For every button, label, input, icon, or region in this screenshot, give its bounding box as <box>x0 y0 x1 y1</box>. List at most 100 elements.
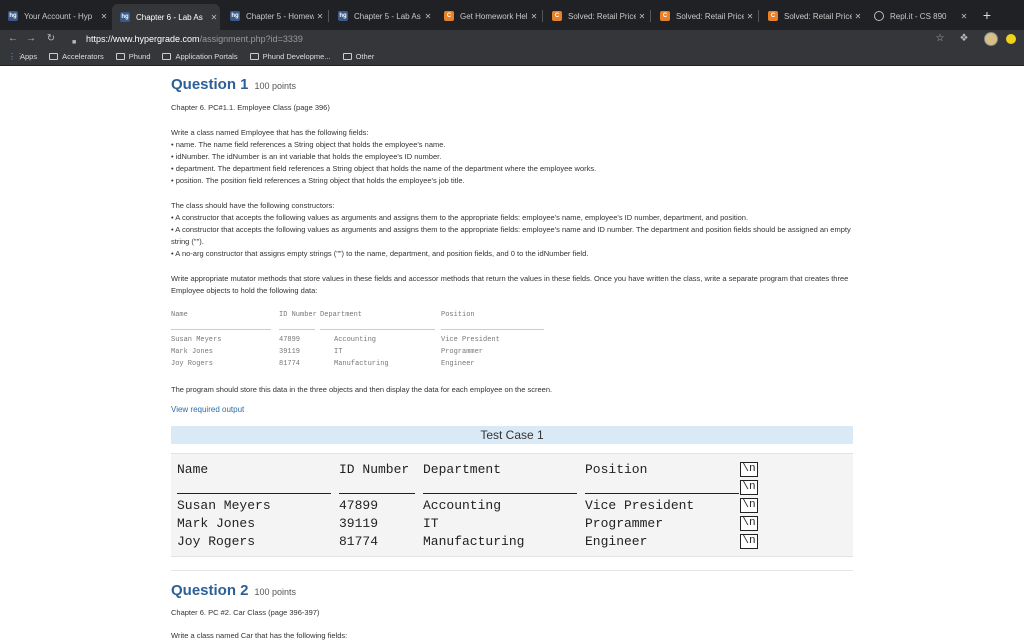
constructor-item: • A constructor that accepts the followi… <box>171 225 851 246</box>
column-header: Position <box>441 311 475 319</box>
bookmark-label: Accelerators <box>62 52 104 61</box>
browser-tab[interactable]: C Solved: Retail Price ✕ <box>544 5 648 27</box>
output-rule <box>585 493 739 494</box>
hypergrade-favicon-icon: hg <box>120 12 130 22</box>
close-tab-icon[interactable]: ✕ <box>98 12 110 21</box>
close-tab-icon[interactable]: ✕ <box>314 12 326 21</box>
view-required-output-link[interactable]: View required output <box>171 405 244 414</box>
constructors-description: The class should have the following cons… <box>171 200 851 260</box>
new-tab-button[interactable]: + <box>980 7 994 23</box>
tab-title: Chapter 5 - Lab As <box>354 11 421 21</box>
close-tab-icon[interactable]: ✕ <box>422 12 434 21</box>
bookmark-apps[interactable]: ⋮⋮ Apps <box>8 52 37 61</box>
bookmark-label: Application Portals <box>175 52 238 61</box>
profile-avatar[interactable] <box>984 32 998 46</box>
tab-separator <box>650 10 651 22</box>
tab-title: Get Homework Help <box>460 11 528 21</box>
test-case-title[interactable]: Test Case 1 <box>171 426 853 444</box>
output-cell: 81774 <box>339 534 379 549</box>
table-cell: Programmer <box>441 348 484 356</box>
hypergrade-favicon-icon: hg <box>230 11 240 21</box>
close-tab-icon[interactable]: ✕ <box>528 12 540 21</box>
extension-dot-icon[interactable] <box>1006 34 1016 44</box>
close-tab-icon[interactable]: ✕ <box>208 13 220 22</box>
field-item: • idNumber. The idNumber is an int varia… <box>171 152 442 161</box>
browser-tab[interactable]: C Get Homework Help ✕ <box>436 5 540 27</box>
back-arrow-icon[interactable]: ← <box>6 32 20 46</box>
browser-tab[interactable]: C Solved: Retail Price ✕ <box>652 5 756 27</box>
header-rule <box>320 329 435 330</box>
column-header: ID Number <box>279 311 317 319</box>
output-rule <box>339 493 415 494</box>
bookmark-folder[interactable]: Application Portals <box>162 52 238 61</box>
page-content: Question 1 100 points Chapter 6. PC#1.1.… <box>0 66 1024 640</box>
table-cell: IT <box>334 348 343 356</box>
mutator-description: Write appropriate mutator methods that s… <box>171 274 849 295</box>
tab-title: Chapter 6 - Lab As <box>136 12 203 22</box>
output-rule <box>177 493 331 494</box>
constructor-item: • A constructor that accepts the followi… <box>171 213 749 222</box>
output-cell: Joy Rogers <box>177 534 256 549</box>
tab-title: Repl.it - CS 890 <box>890 11 947 21</box>
table-cell: 47899 <box>279 336 301 344</box>
column-header: Department <box>320 311 363 319</box>
output-cell: Engineer <box>585 534 648 549</box>
output-cell: Accounting <box>423 498 502 513</box>
folder-icon <box>249 53 259 60</box>
browser-tab[interactable]: hg Chapter 5 - Homew ✕ <box>222 5 326 27</box>
header-rule <box>171 329 271 330</box>
bookmarks-bar: ⋮⋮ Apps Accelerators Phund Application P… <box>0 48 1024 66</box>
question-title: Question 2 <box>171 582 249 599</box>
bookmark-label: Phund <box>128 52 151 61</box>
newline-marker: \n <box>740 462 758 477</box>
bookmark-label: Apps <box>20 52 38 61</box>
header-rule <box>279 329 315 330</box>
tab-title: Your Account - Hyp <box>24 11 93 21</box>
close-tab-icon[interactable]: ✕ <box>744 12 756 21</box>
reload-icon[interactable]: ↻ <box>44 32 58 46</box>
url-host: https://www.hypergrade.com <box>86 34 200 44</box>
table-cell: 81774 <box>279 360 301 368</box>
column-header: Name <box>171 311 188 319</box>
question-subtitle: Chapter 6. PC#1.1. Employee Class (page … <box>171 103 330 112</box>
bookmark-folder[interactable]: Phund Developme... <box>249 52 331 61</box>
extension-icon[interactable]: ❖ <box>958 33 970 45</box>
browser-tab[interactable]: C Solved: Retail Price ✕ <box>760 5 864 27</box>
field-item: • position. The position field reference… <box>171 176 465 185</box>
tab-title: Chapter 5 - Homew <box>246 11 314 21</box>
output-cell: Manufacturing <box>423 534 525 549</box>
browser-tab[interactable]: hg Your Account - Hyp ✕ <box>0 5 110 27</box>
output-cell: Mark Jones <box>177 516 256 531</box>
bookmark-folder[interactable]: Phund <box>115 52 151 61</box>
tab-separator <box>758 10 759 22</box>
bookmark-star-icon[interactable]: ☆ <box>934 33 946 45</box>
hypergrade-favicon-icon: hg <box>338 11 348 21</box>
chegg-favicon-icon: C <box>444 11 454 21</box>
close-tab-icon[interactable]: ✕ <box>958 12 970 21</box>
forward-arrow-icon[interactable]: → <box>24 32 38 46</box>
output-header: Name <box>177 462 209 477</box>
bookmark-folder[interactable]: Accelerators <box>49 52 104 61</box>
output-cell: Programmer <box>585 516 664 531</box>
tab-separator <box>328 10 329 22</box>
bookmark-folder[interactable]: Other <box>342 52 374 61</box>
address-bar[interactable]: ■ https://www.hypergrade.com/assignment.… <box>72 31 932 47</box>
output-cell: 47899 <box>339 498 379 513</box>
replit-favicon-icon <box>874 11 884 21</box>
output-cell: Susan Meyers <box>177 498 271 513</box>
browser-tab[interactable]: Repl.it - CS 890 ✕ <box>866 5 970 27</box>
table-cell: Accounting <box>334 336 377 344</box>
browser-tab[interactable]: hg Chapter 5 - Lab As ✕ <box>330 5 434 27</box>
close-tab-icon[interactable]: ✕ <box>852 12 864 21</box>
table-cell: Manufacturing <box>334 360 389 368</box>
close-tab-icon[interactable]: ✕ <box>636 12 648 21</box>
newline-marker: \n <box>740 498 758 513</box>
folder-icon <box>49 53 59 60</box>
browser-tab-active[interactable]: hg Chapter 6 - Lab As ✕ <box>112 4 220 30</box>
output-header: ID Number <box>339 462 410 477</box>
hypergrade-favicon-icon: hg <box>8 11 18 21</box>
question-points: 100 points <box>254 587 297 597</box>
folder-icon <box>162 53 172 60</box>
output-cell: Vice President <box>585 498 695 513</box>
table-cell: Engineer <box>441 360 475 368</box>
